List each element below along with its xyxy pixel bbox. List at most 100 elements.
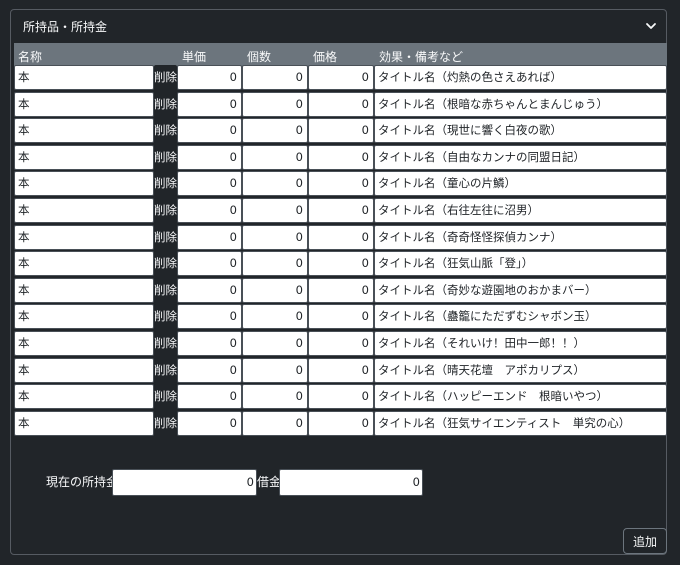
- unit-price-input[interactable]: 0: [177, 144, 242, 170]
- delete-button[interactable]: 削除: [154, 410, 177, 436]
- delete-button[interactable]: 削除: [154, 224, 177, 250]
- item-name-input[interactable]: 本: [14, 331, 154, 356]
- delete-button[interactable]: 削除: [154, 198, 177, 223]
- price-input[interactable]: 0: [308, 144, 374, 170]
- table-row: 本削除 0 0 0 タイトル名（奇奇怪怪探偵カンナ）: [14, 224, 667, 250]
- delete-button[interactable]: 削除: [154, 357, 177, 383]
- quantity-input[interactable]: 0: [242, 171, 308, 197]
- price-input[interactable]: 0: [308, 304, 374, 330]
- price-input[interactable]: 0: [308, 384, 374, 410]
- quantity-input[interactable]: 0: [242, 144, 308, 170]
- panel-title: 所持品・所持金: [23, 19, 108, 34]
- chevron-down-icon[interactable]: [644, 19, 658, 33]
- item-name-input[interactable]: 本: [14, 171, 154, 197]
- table-row: 本削除 0 0 0 タイトル名（それいけ！田中一郎！！）: [14, 331, 667, 356]
- table-row: 本削除 0 0 0 タイトル名（現世に響く白夜の歌）: [14, 118, 667, 144]
- unit-price-input[interactable]: 0: [177, 410, 242, 436]
- price-input[interactable]: 0: [308, 65, 374, 90]
- delete-button[interactable]: 削除: [154, 304, 177, 330]
- quantity-input[interactable]: 0: [242, 410, 308, 436]
- notes-input[interactable]: タイトル名（奇妙な遊園地のおかまバー）: [374, 277, 667, 303]
- price-input[interactable]: 0: [308, 331, 374, 356]
- debt-label: 借金: [257, 475, 282, 489]
- quantity-input[interactable]: 0: [242, 224, 308, 250]
- unit-price-input[interactable]: 0: [177, 277, 242, 303]
- item-name-input[interactable]: 本: [14, 198, 154, 223]
- notes-input[interactable]: タイトル名（自由なカンナの同盟日記）: [374, 144, 667, 170]
- unit-price-input[interactable]: 0: [177, 331, 242, 356]
- notes-input[interactable]: タイトル名（晴天花壇 アポカリプス）: [374, 357, 667, 383]
- unit-price-input[interactable]: 0: [177, 251, 242, 277]
- item-name-input[interactable]: 本: [14, 384, 154, 410]
- item-name-input[interactable]: 本: [14, 251, 154, 277]
- item-name-input[interactable]: 本: [14, 224, 154, 250]
- table-row: 本削除 0 0 0 タイトル名（ハッピーエンド 根暗いやつ）: [14, 384, 667, 410]
- delete-button[interactable]: 削除: [154, 65, 177, 90]
- unit-price-input[interactable]: 0: [177, 224, 242, 250]
- quantity-input[interactable]: 0: [242, 384, 308, 410]
- quantity-input[interactable]: 0: [242, 65, 308, 90]
- notes-input[interactable]: タイトル名（右往左往に沼男）: [374, 198, 667, 223]
- quantity-input[interactable]: 0: [242, 91, 308, 117]
- price-input[interactable]: 0: [308, 357, 374, 383]
- quantity-input[interactable]: 0: [242, 118, 308, 144]
- unit-price-input[interactable]: 0: [177, 384, 242, 410]
- delete-button[interactable]: 削除: [154, 251, 177, 277]
- item-name-input[interactable]: 本: [14, 277, 154, 303]
- notes-input[interactable]: タイトル名（灼熱の色さえあれば）: [374, 65, 667, 90]
- quantity-input[interactable]: 0: [242, 198, 308, 223]
- quantity-input[interactable]: 0: [242, 277, 308, 303]
- quantity-input[interactable]: 0: [242, 357, 308, 383]
- notes-input[interactable]: タイトル名（現世に響く白夜の歌）: [374, 118, 667, 144]
- price-input[interactable]: 0: [308, 171, 374, 197]
- delete-button[interactable]: 削除: [154, 91, 177, 117]
- unit-price-input[interactable]: 0: [177, 357, 242, 383]
- quantity-input[interactable]: 0: [242, 331, 308, 356]
- current-money-input[interactable]: 0: [112, 469, 257, 496]
- unit-price-input[interactable]: 0: [177, 171, 242, 197]
- item-name-input[interactable]: 本: [14, 144, 154, 170]
- panel-header[interactable]: 所持品・所持金: [11, 10, 666, 42]
- unit-price-input[interactable]: 0: [177, 198, 242, 223]
- price-input[interactable]: 0: [308, 224, 374, 250]
- table-row: 本削除 0 0 0 タイトル名（童心の片鱗）: [14, 171, 667, 197]
- unit-price-input[interactable]: 0: [177, 304, 242, 330]
- delete-button[interactable]: 削除: [154, 118, 177, 144]
- table-row: 本削除 0 0 0 タイトル名（灼熱の色さえあれば）: [14, 65, 667, 90]
- quantity-input[interactable]: 0: [242, 304, 308, 330]
- add-button[interactable]: 追加: [623, 528, 667, 554]
- price-input[interactable]: 0: [308, 91, 374, 117]
- price-input[interactable]: 0: [308, 198, 374, 223]
- table-row: 本削除 0 0 0 タイトル名（右往左往に沼男）: [14, 198, 667, 223]
- item-name-input[interactable]: 本: [14, 91, 154, 117]
- delete-button[interactable]: 削除: [154, 144, 177, 170]
- delete-button[interactable]: 削除: [154, 384, 177, 410]
- table-row: 本削除 0 0 0 タイトル名（奇妙な遊園地のおかまバー）: [14, 277, 667, 303]
- item-name-input[interactable]: 本: [14, 357, 154, 383]
- notes-input[interactable]: タイトル名（狂気山脈「登」）: [374, 251, 667, 277]
- item-name-input[interactable]: 本: [14, 118, 154, 144]
- notes-input[interactable]: タイトル名（ハッピーエンド 根暗いやつ）: [374, 384, 667, 410]
- unit-price-input[interactable]: 0: [177, 118, 242, 144]
- notes-input[interactable]: タイトル名（それいけ！田中一郎！！）: [374, 331, 667, 356]
- notes-input[interactable]: タイトル名（奇奇怪怪探偵カンナ）: [374, 224, 667, 250]
- delete-button[interactable]: 削除: [154, 171, 177, 197]
- item-name-input[interactable]: 本: [14, 410, 154, 436]
- notes-input[interactable]: タイトル名（蠱籠にただずむシャボン玉）: [374, 304, 667, 330]
- delete-button[interactable]: 削除: [154, 331, 177, 356]
- quantity-input[interactable]: 0: [242, 251, 308, 277]
- price-input[interactable]: 0: [308, 251, 374, 277]
- price-input[interactable]: 0: [308, 277, 374, 303]
- delete-button[interactable]: 削除: [154, 277, 177, 303]
- unit-price-input[interactable]: 0: [177, 65, 242, 90]
- item-name-input[interactable]: 本: [14, 65, 154, 90]
- notes-input[interactable]: タイトル名（狂気サイエンティスト 単究の心）: [374, 410, 667, 436]
- price-input[interactable]: 0: [308, 410, 374, 436]
- debt-input[interactable]: 0: [279, 469, 423, 496]
- price-input[interactable]: 0: [308, 118, 374, 144]
- notes-input[interactable]: タイトル名（童心の片鱗）: [374, 171, 667, 197]
- unit-price-input[interactable]: 0: [177, 91, 242, 117]
- notes-input[interactable]: タイトル名（根暗な赤ちゃんとまんじゅう）: [374, 91, 667, 117]
- table-row: 本削除 0 0 0 タイトル名（晴天花壇 アポカリプス）: [14, 357, 667, 383]
- item-name-input[interactable]: 本: [14, 304, 154, 330]
